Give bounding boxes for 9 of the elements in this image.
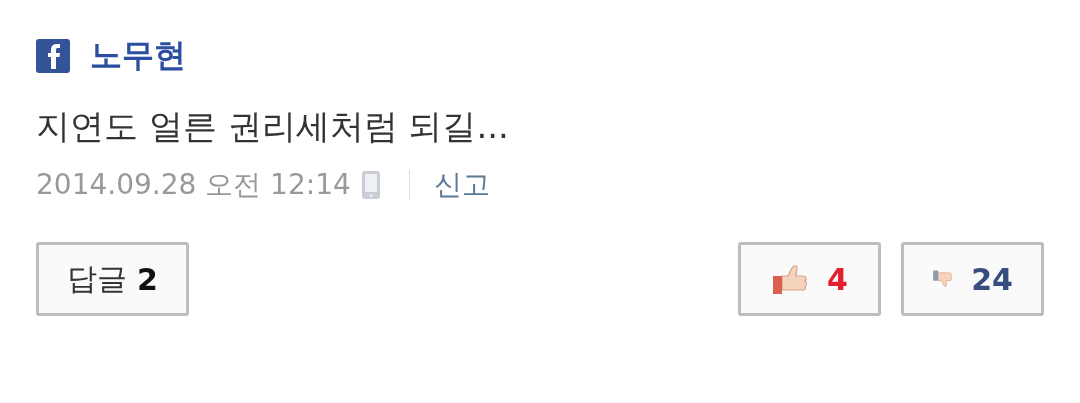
comment-text: 지연도 얼른 권리세처럼 되길... [36, 105, 510, 148]
facebook-icon [36, 39, 70, 73]
dislike-button[interactable]: 24 [901, 242, 1044, 316]
reply-button[interactable]: 답글 2 [36, 242, 189, 316]
like-button[interactable]: 4 [738, 242, 881, 316]
author-name[interactable]: 노무현 [90, 34, 186, 78]
comment-date: 2014.09.28 오전 12:14 [36, 167, 351, 203]
report-link[interactable]: 신고 [433, 166, 490, 204]
phone-icon [360, 170, 381, 200]
